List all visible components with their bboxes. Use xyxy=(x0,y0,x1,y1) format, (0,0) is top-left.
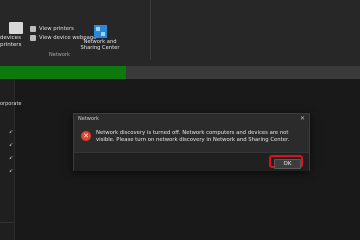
dialog-title: Network xyxy=(78,116,99,122)
nav-divider xyxy=(0,222,14,223)
ribbon-group-label: Network xyxy=(49,52,70,58)
printer-icon xyxy=(30,26,36,32)
ribbon-separator xyxy=(150,0,151,60)
progress-bar xyxy=(0,66,360,79)
dialog-footer: OK xyxy=(74,152,309,171)
network-dialog: Network ✕ ✕ Network discovery is turned … xyxy=(73,113,310,171)
ribbon: devices printers View printers View devi… xyxy=(0,0,360,66)
pin-icon[interactable]: ➹ xyxy=(9,143,13,148)
dialog-message: Network discovery is turned off. Network… xyxy=(96,130,290,143)
progress-fill xyxy=(0,66,126,79)
view-printers-button[interactable]: View printers xyxy=(30,25,74,33)
pin-icon[interactable]: ➹ xyxy=(9,156,13,161)
ok-button[interactable]: OK xyxy=(274,159,301,169)
pin-icon[interactable]: ➹ xyxy=(9,169,13,174)
ok-highlight: OK xyxy=(269,155,303,169)
network-sharing-center-button[interactable]: Network and Sharing Center xyxy=(79,25,121,51)
network-sharing-center-icon xyxy=(93,25,107,38)
pin-icon[interactable]: ➹ xyxy=(9,130,13,135)
devices-printers-label[interactable]: devices printers xyxy=(0,35,21,48)
nav-item-fragment[interactable]: orporate xyxy=(0,101,22,107)
webpage-icon xyxy=(30,35,36,41)
close-icon[interactable]: ✕ xyxy=(300,115,305,122)
error-icon: ✕ xyxy=(81,131,91,141)
devices-printers-icon[interactable] xyxy=(9,22,23,34)
